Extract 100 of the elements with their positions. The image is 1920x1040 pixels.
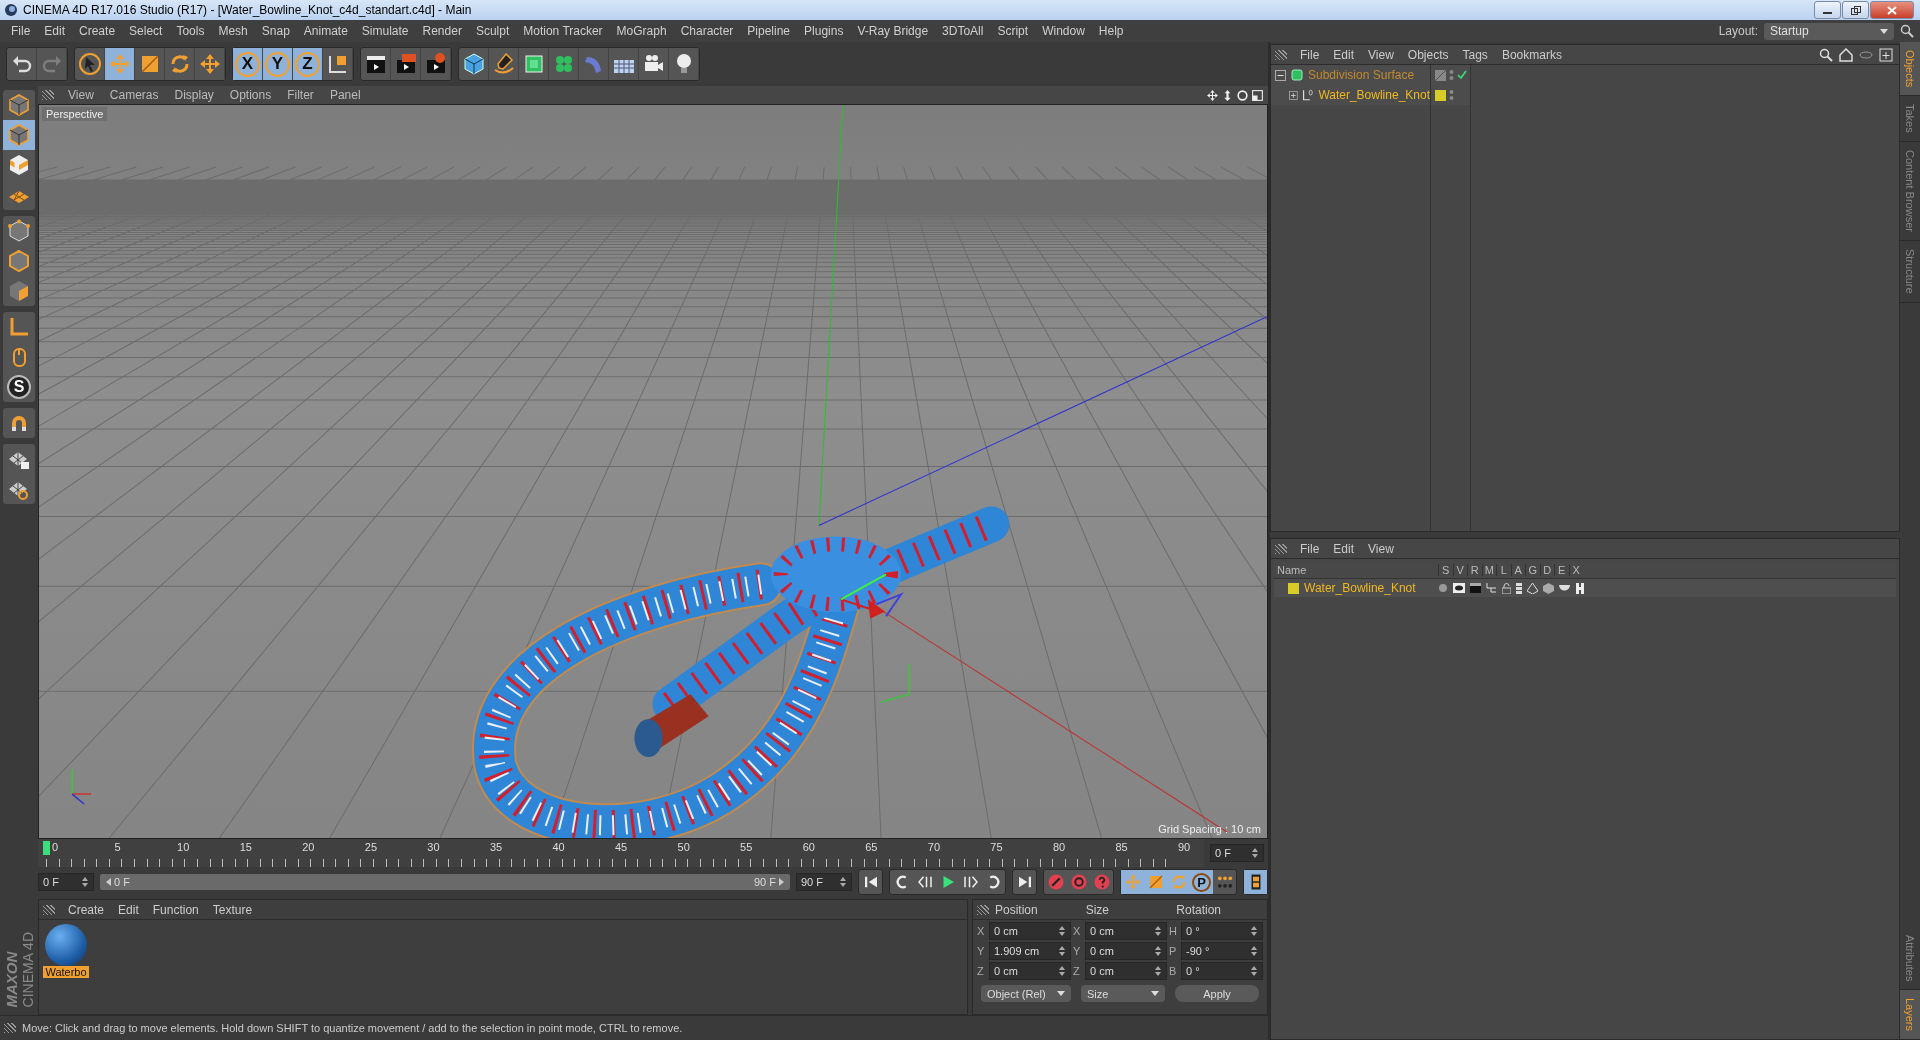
menu-item[interactable]: Panel — [321, 88, 369, 102]
menu-item[interactable]: Motion Tracker — [516, 24, 610, 38]
bowl-icon[interactable] — [1559, 584, 1570, 592]
menu-item[interactable]: Create — [72, 24, 123, 38]
visibility-dots-icon[interactable] — [1449, 89, 1454, 101]
grip-handle-icon[interactable] — [43, 904, 55, 915]
material-name[interactable]: Waterbo — [43, 966, 89, 978]
layer-color-swatch[interactable] — [1435, 89, 1446, 101]
solo-dot-icon[interactable] — [1438, 583, 1448, 593]
menu-item[interactable]: Help — [1091, 24, 1131, 38]
menu-item[interactable]: Tags — [1455, 47, 1495, 62]
axis-lock-button[interactable]: X — [233, 48, 263, 80]
menu-item[interactable]: Edit — [1326, 47, 1362, 62]
menu-item[interactable]: View — [1361, 47, 1401, 62]
menu-item[interactable]: Mesh — [211, 24, 255, 38]
start-frame-field[interactable]: 0 F — [38, 873, 94, 891]
column-header[interactable]: M — [1481, 563, 1496, 576]
current-frame-field[interactable]: 0 F — [1210, 844, 1264, 862]
grip-handle-icon[interactable] — [1275, 543, 1287, 554]
menu-item[interactable]: MoGraph — [609, 24, 674, 38]
menu-item[interactable]: 3DToAll — [935, 24, 991, 38]
menu-item[interactable]: Simulate — [354, 24, 416, 38]
search-icon[interactable] — [1819, 47, 1833, 62]
expand-icon[interactable] — [1289, 89, 1298, 101]
menu-item[interactable]: Edit — [37, 24, 73, 38]
layer-color-swatch[interactable] — [1288, 582, 1299, 594]
menu-item[interactable]: Objects — [1400, 47, 1456, 62]
coordinate-mode-dropdown[interactable]: Object (Rel) — [981, 985, 1071, 1002]
home-icon[interactable] — [1839, 47, 1853, 62]
coordinate-field[interactable]: 0 cm — [989, 922, 1071, 940]
grip-handle-icon[interactable] — [4, 1023, 16, 1033]
shaded-cube-icon[interactable] — [1543, 582, 1554, 594]
material-sphere-preview[interactable] — [45, 924, 87, 966]
menu-item[interactable]: View — [1361, 541, 1401, 556]
menu-item[interactable]: Filter — [279, 88, 322, 102]
eye-icon[interactable] — [1453, 583, 1465, 593]
coordinate-field[interactable]: 0 cm — [989, 962, 1071, 980]
coordinate-field[interactable]: 0 ° — [1181, 922, 1263, 940]
xpresso-icon[interactable] — [1575, 582, 1585, 594]
menu-item[interactable]: Render — [415, 24, 469, 38]
column-header[interactable]: S — [1438, 563, 1453, 576]
new-window-icon[interactable] — [1879, 47, 1893, 62]
restore-button[interactable] — [1842, 1, 1869, 19]
column-header[interactable]: E — [1554, 563, 1569, 576]
menu-item[interactable]: Edit — [111, 902, 146, 917]
hierarchy-icon[interactable] — [1486, 583, 1497, 593]
column-header[interactable]: V — [1452, 563, 1467, 576]
spinner-icon[interactable] — [1250, 925, 1258, 937]
close-button[interactable] — [1870, 1, 1914, 19]
menu-item[interactable]: Bookmarks — [1494, 47, 1569, 62]
coordinate-field[interactable]: 0 cm — [1085, 922, 1167, 940]
menu-item[interactable]: File — [1293, 47, 1327, 62]
menu-item[interactable]: Pipeline — [740, 24, 798, 38]
spinner-icon[interactable] — [1154, 965, 1162, 977]
spinner-icon[interactable] — [1250, 945, 1258, 957]
move-tool-button[interactable] — [105, 48, 135, 80]
playhead-marker[interactable] — [43, 841, 50, 855]
spinner-icon[interactable] — [81, 876, 89, 888]
clapper-icon[interactable] — [1470, 583, 1481, 593]
menu-item[interactable]: Script — [990, 24, 1036, 38]
column-header[interactable]: Name — [1274, 563, 1438, 576]
menu-item[interactable]: Display — [166, 88, 222, 102]
end-frame-field[interactable]: 90 F — [796, 873, 852, 891]
menu-item[interactable]: View — [60, 88, 102, 102]
grip-handle-icon[interactable] — [1275, 49, 1287, 60]
column-header[interactable]: X — [1568, 563, 1583, 576]
column-header[interactable]: R — [1467, 563, 1482, 576]
coordinate-field[interactable]: 1.909 cm — [989, 942, 1071, 960]
pyramid-icon[interactable] — [1527, 582, 1538, 594]
search-icon[interactable] — [1900, 24, 1914, 38]
menu-item[interactable]: Sculpt — [468, 24, 517, 38]
coordinate-field[interactable]: 0 cm — [1085, 942, 1167, 960]
spinner-icon[interactable] — [1154, 945, 1162, 957]
coordinate-field[interactable]: 0 ° — [1181, 962, 1263, 980]
spinner-icon[interactable] — [1058, 945, 1066, 957]
film-button[interactable] — [1244, 870, 1267, 894]
timeline-ruler[interactable]: 0 5 10 15 20 25 30 35 40 45 50 55 60 65 70 75 80 85 90 — [38, 839, 1204, 867]
menu-item[interactable]: File — [4, 24, 38, 38]
menu-item[interactable]: Edit — [1326, 541, 1362, 556]
menu-item[interactable]: Options — [221, 88, 280, 102]
grip-handle-icon[interactable] — [977, 904, 989, 915]
menu-item[interactable]: V-Ray Bridge — [850, 24, 936, 38]
parameter-button[interactable]: P — [1190, 870, 1213, 894]
coordinate-field[interactable]: 0 cm — [1085, 962, 1167, 980]
lock-icon[interactable] — [1502, 582, 1511, 594]
column-header[interactable]: L — [1496, 563, 1511, 576]
column-header[interactable]: A — [1510, 563, 1525, 576]
camera-label[interactable]: Perspective — [42, 107, 108, 121]
axis-lock-button[interactable]: Z — [293, 48, 323, 80]
side-tab[interactable]: Layers — [1900, 989, 1920, 1040]
grip-handle-icon[interactable] — [42, 90, 54, 100]
menu-item[interactable]: Animate — [296, 24, 355, 38]
frame-range-handle[interactable]: 0 F 90 F — [100, 874, 790, 890]
column-header[interactable]: D — [1539, 563, 1554, 576]
layout-dropdown[interactable]: Startup — [1764, 22, 1894, 40]
column-header[interactable]: G — [1525, 563, 1540, 576]
spinner-icon[interactable] — [1251, 847, 1259, 859]
menu-item[interactable]: Snap — [254, 24, 297, 38]
menu-item[interactable]: Texture — [205, 902, 260, 917]
menu-item[interactable]: Select — [122, 24, 170, 38]
